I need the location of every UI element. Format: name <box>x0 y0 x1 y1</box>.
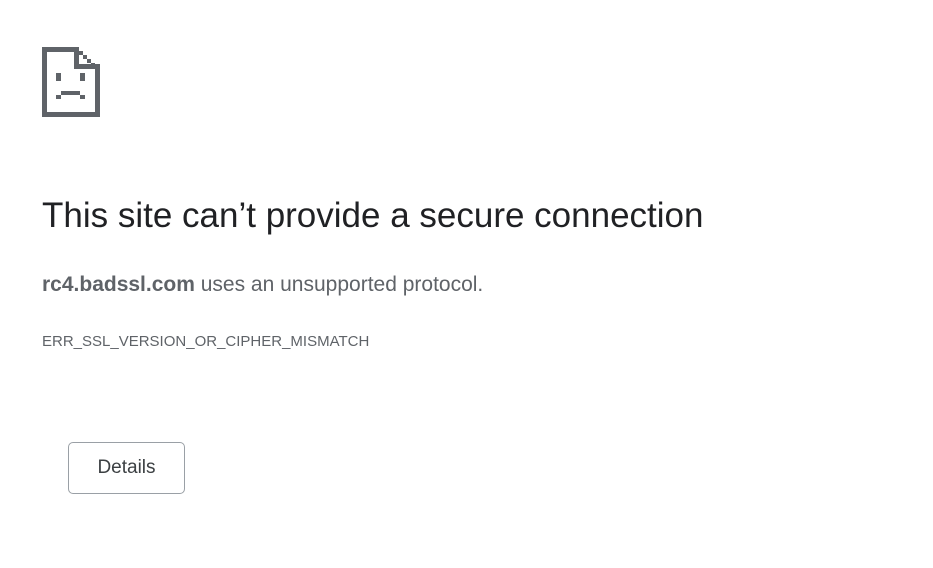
error-description: rc4.badssl.com uses an unsupported proto… <box>42 270 483 300</box>
sad-document-icon <box>42 47 100 117</box>
page-title: This site can’t provide a secure connect… <box>42 196 704 235</box>
error-page: This site can’t provide a secure connect… <box>0 0 933 568</box>
host-name: rc4.badssl.com <box>42 273 195 296</box>
error-message: uses an unsupported protocol. <box>194 273 484 296</box>
error-code: ERR_SSL_VERSION_OR_CIPHER_MISMATCH <box>42 333 370 350</box>
details-button[interactable]: Details <box>68 442 185 494</box>
